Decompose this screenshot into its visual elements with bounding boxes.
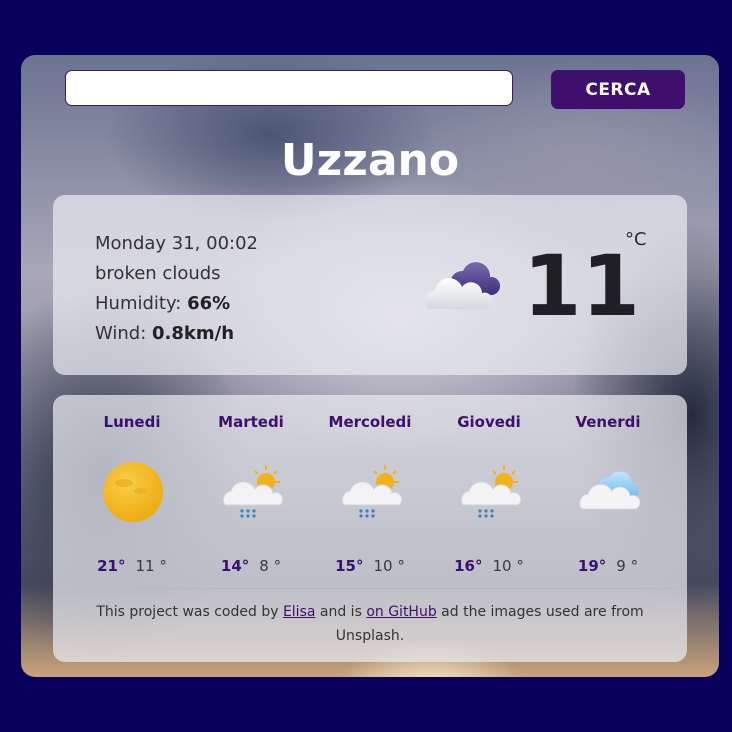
forecast-day-name: Martedi — [218, 413, 284, 431]
search-button[interactable]: CERCA — [551, 70, 685, 109]
search-input[interactable] — [65, 70, 513, 106]
current-humidity: Humidity: 66% — [95, 289, 258, 319]
sun-rain-icon — [341, 465, 402, 518]
current-info: Monday 31, 00:02 broken clouds Humidity:… — [95, 229, 258, 349]
weather-card: CERCA Uzzano Monday 31, 00:02 broken clo… — [21, 55, 719, 677]
footer-credits: This project was coded by Elisa and is o… — [73, 600, 667, 648]
forecast-day-name: Lunedi — [103, 413, 161, 431]
forecast-min: 8 ° — [259, 557, 282, 575]
divider — [83, 588, 677, 589]
humidity-value: 66% — [187, 293, 231, 314]
current-wind: Wind: 0.8km/h — [95, 319, 258, 349]
forecast-min: 11 ° — [135, 557, 167, 575]
forecast-max: 19° — [577, 557, 607, 575]
current-weather-panel: Monday 31, 00:02 broken clouds Humidity:… — [53, 195, 687, 375]
forecast-panel: Lunedi 21° 11 ° Martedi 14° 8 ° Mercoledi — [53, 395, 687, 662]
temperature-unit-toggle[interactable]: °C — [625, 229, 647, 250]
forecast-day-name: Giovedi — [457, 413, 521, 431]
cloud-icon — [579, 471, 640, 510]
forecast-temps: 16° 10 ° — [426, 557, 552, 575]
forecast-max: 14° — [220, 557, 250, 575]
forecast-temps: 15° 10 ° — [307, 557, 433, 575]
forecast-temps: 21° 11 ° — [69, 557, 195, 575]
broken-clouds-icon — [425, 262, 501, 309]
sun-rain-icon — [460, 465, 521, 518]
forecast-max: 15° — [335, 557, 364, 575]
current-description: broken clouds — [95, 263, 221, 284]
wind-label: Wind: — [95, 323, 153, 344]
forecast-day-name: Venerdi — [575, 413, 641, 431]
current-datetime: Monday 31, 00:02 — [95, 233, 259, 254]
forecast-day-name: Mercoledi — [328, 413, 412, 431]
forecast-max: 16° — [454, 557, 483, 575]
sun-icon — [103, 462, 163, 522]
forecast-temps: 14° 8 ° — [188, 557, 314, 575]
forecast-min: 10 ° — [373, 557, 405, 575]
wind-value: 0.8km/h — [152, 323, 235, 344]
forecast-max: 21° — [97, 557, 126, 575]
city-title: Uzzano — [280, 135, 460, 186]
humidity-label: Humidity: — [95, 293, 188, 314]
github-link[interactable]: on GitHub — [366, 604, 436, 620]
forecast-min: 9 ° — [616, 557, 639, 575]
sun-rain-icon — [222, 465, 283, 518]
author-link[interactable]: Elisa — [283, 604, 316, 620]
footer-text: This project was coded by — [96, 604, 283, 620]
current-temperature: 11 — [523, 237, 640, 335]
forecast-min: 10 ° — [492, 557, 524, 575]
forecast-temps: 19° 9 ° — [545, 557, 671, 575]
footer-text: and is — [315, 604, 367, 620]
